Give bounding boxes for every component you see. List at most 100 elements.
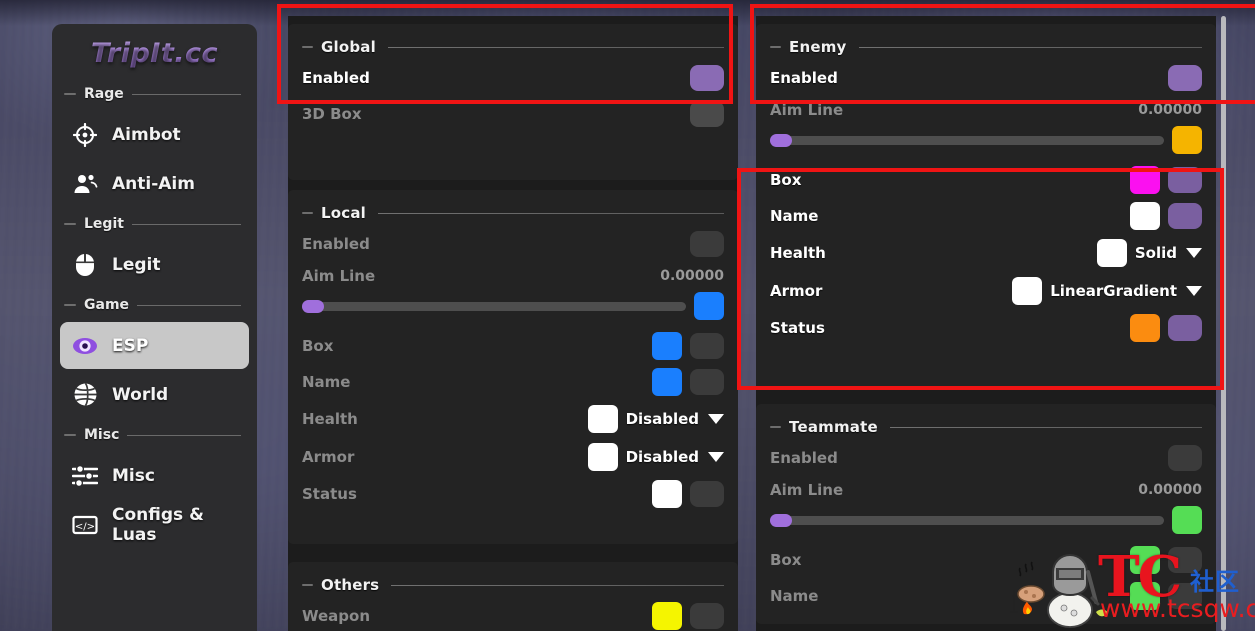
row-label: Enabled — [302, 69, 370, 87]
section-dash-icon — [64, 434, 76, 436]
swatch-enemy-health[interactable] — [1096, 239, 1127, 267]
swatch-enemy-name[interactable] — [1130, 202, 1160, 230]
row-label: Status — [770, 319, 825, 337]
swatch-local-health[interactable] — [587, 405, 618, 433]
dropdown-value: Disabled — [625, 410, 699, 428]
swatch-teammate-aim-line[interactable] — [1172, 506, 1202, 534]
mascot-icon — [1010, 553, 1108, 628]
group-rule — [387, 46, 724, 48]
group-header: Global — [288, 30, 738, 60]
sidebar-item-configs-luas[interactable]: </> Configs & Luas — [60, 501, 249, 548]
group-rule — [378, 212, 724, 214]
group-local: Local Enabled Aim Line 0.00000 Box Name … — [288, 190, 738, 544]
toggle-enemy-enabled[interactable] — [1168, 65, 1202, 91]
row-label: Enabled — [770, 69, 838, 87]
chevron-down-icon — [1186, 248, 1202, 258]
toggle-local-status[interactable] — [690, 481, 724, 507]
row-enemy-aim-line: Aim Line 0.00000 — [756, 96, 1216, 124]
toggle-enemy-name[interactable] — [1168, 203, 1202, 229]
row-local-name: Name — [288, 364, 738, 400]
section-dash-icon — [64, 93, 76, 95]
collapse-dash-icon — [302, 212, 313, 214]
dropdown-value: LinearGradient — [1050, 282, 1177, 300]
section-dash-icon — [64, 223, 76, 225]
chevron-down-icon — [1186, 286, 1202, 296]
swatch-local-status[interactable] — [652, 480, 682, 508]
swatch-local-armor[interactable] — [587, 443, 618, 471]
toggle-enemy-box[interactable] — [1168, 167, 1202, 193]
collapse-dash-icon — [770, 46, 781, 48]
row-others-weapon: Weapon — [288, 598, 738, 631]
group-rule — [889, 426, 1202, 428]
slider-enemy-aim-line[interactable] — [770, 133, 1164, 147]
sidebar-section-label: Game — [84, 297, 130, 313]
esp-right-column: Enemy Enabled Aim Line 0.00000 Box Name … — [756, 16, 1216, 631]
row-label: Enabled — [770, 449, 838, 467]
sidebar-item-anti-aim[interactable]: Anti-Aim — [60, 160, 249, 207]
dropdown-enemy-health[interactable]: Solid — [1135, 244, 1202, 262]
slider-teammate-aim-line[interactable] — [770, 513, 1164, 527]
row-label: Status — [302, 485, 357, 503]
sidebar-item-esp[interactable]: ESP — [60, 322, 249, 369]
group-header: Teammate — [756, 410, 1216, 440]
row-enemy-enabled: Enabled — [756, 60, 1216, 96]
sidebar-item-world[interactable]: World — [60, 371, 249, 418]
sidebar-item-label: ESP — [112, 335, 149, 356]
sidebar-section-game: Game — [52, 290, 257, 320]
swatch-local-aim-line[interactable] — [694, 292, 724, 320]
toggle-local-enabled[interactable] — [690, 231, 724, 257]
dropdown-local-armor[interactable]: Disabled — [626, 448, 724, 466]
dropdown-local-health[interactable]: Disabled — [626, 410, 724, 428]
slider-knob[interactable] — [770, 133, 792, 147]
toggle-local-name[interactable] — [690, 369, 724, 395]
toggle-others-weapon[interactable] — [690, 603, 724, 629]
group-global: Global Enabled 3D Box — [288, 24, 738, 180]
swatch-local-box[interactable] — [652, 332, 682, 360]
collapse-dash-icon — [302, 584, 313, 586]
toggle-local-box[interactable] — [690, 333, 724, 359]
sidebar-item-label: Legit — [112, 254, 161, 275]
row-label: Armor — [770, 282, 823, 300]
toggle-teammate-enabled[interactable] — [1168, 445, 1202, 471]
slider-knob[interactable] — [302, 299, 324, 313]
swatch-enemy-aim-line[interactable] — [1172, 126, 1202, 154]
swatch-enemy-armor[interactable] — [1012, 277, 1043, 305]
toggle-global-enabled[interactable] — [690, 65, 724, 91]
swatch-others-weapon[interactable] — [652, 602, 682, 630]
slider-knob[interactable] — [770, 513, 792, 527]
row-teammate-enabled: Enabled — [756, 440, 1216, 476]
toggle-global-3d-box[interactable] — [690, 101, 724, 127]
sidebar: TripIt.cc Rage Aimbot Anti-Aim Legit Leg… — [52, 24, 257, 631]
slider-enemy-aim-line-wrap — [756, 124, 1216, 162]
collapse-dash-icon — [302, 46, 313, 48]
dropdown-enemy-armor[interactable]: LinearGradient — [1050, 282, 1202, 300]
row-global-3d-box: 3D Box — [288, 96, 738, 132]
swatch-enemy-box[interactable] — [1130, 166, 1160, 194]
swatch-local-name[interactable] — [652, 368, 682, 396]
row-local-enabled: Enabled — [288, 226, 738, 262]
group-header: Others — [288, 568, 738, 598]
sidebar-item-legit[interactable]: Legit — [60, 241, 249, 288]
sidebar-item-misc[interactable]: Misc — [60, 452, 249, 499]
value-enemy-aim-line: 0.00000 — [1138, 102, 1202, 118]
sidebar-item-label: World — [112, 384, 169, 405]
sliders-icon — [72, 463, 98, 489]
sidebar-item-label: Anti-Aim — [112, 173, 195, 194]
group-enemy: Enemy Enabled Aim Line 0.00000 Box Name … — [756, 24, 1216, 390]
section-rule — [131, 93, 241, 95]
watermark-url: www.tcsqw.com — [1100, 594, 1255, 623]
toggle-enemy-status[interactable] — [1168, 315, 1202, 341]
group-header: Enemy — [756, 30, 1216, 60]
row-label: Name — [770, 587, 819, 605]
row-enemy-box: Box — [756, 162, 1216, 198]
slider-local-aim-line[interactable] — [302, 299, 686, 313]
code-icon: </> — [72, 512, 98, 538]
swatch-enemy-status[interactable] — [1130, 314, 1160, 342]
row-enemy-armor: Armor LinearGradient — [756, 272, 1216, 310]
group-title: Enemy — [789, 38, 847, 56]
row-label: Health — [770, 244, 826, 262]
value-local-aim-line: 0.00000 — [660, 268, 724, 284]
vertical-scrollbar[interactable] — [1221, 16, 1226, 631]
sidebar-item-aimbot[interactable]: Aimbot — [60, 111, 249, 158]
group-rule — [858, 46, 1202, 48]
